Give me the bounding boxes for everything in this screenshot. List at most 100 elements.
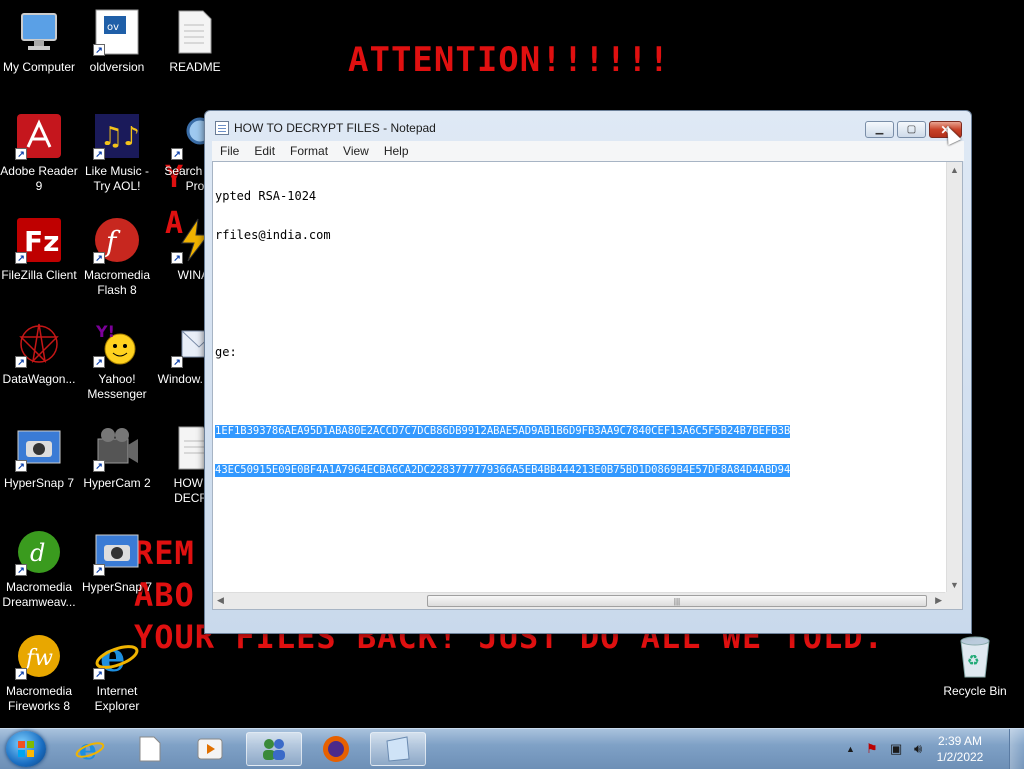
desktop-icon-label: Macromedia Dreamweav... (2, 580, 76, 609)
desktop-icon-hypersnap-2[interactable]: ↗ HyperSnap 7 (76, 528, 158, 595)
desktop-icon-label: My Computer (2, 60, 76, 74)
desktop-icon-hypercam[interactable]: ↗ HyperCam 2 (76, 424, 158, 491)
scroll-left-icon[interactable]: ◀ (217, 595, 224, 606)
svg-text:Y!: Y! (95, 322, 115, 341)
start-button[interactable] (6, 731, 46, 767)
vertical-scrollbar[interactable]: ▲ ▼ (946, 162, 962, 593)
scroll-down-icon[interactable]: ▼ (950, 580, 959, 590)
notepad-window[interactable]: HOW TO DECRYPT FILES - Notepad ▁ ▢ ✕ Fil… (204, 110, 972, 634)
desktop-icon-flash[interactable]: f ↗ Macromedia Flash 8 (76, 216, 158, 298)
selected-key-line: 43EC50915E09E0BF4A1A7964ECBA6CA2DC228377… (215, 464, 791, 477)
svg-text:d: d (30, 539, 45, 567)
maximize-icon: ▢ (906, 124, 917, 135)
desktop-icon-label: Adobe Reader 9 (0, 164, 78, 193)
desktop-icon-label: Internet Explorer (94, 684, 140, 713)
taskbar-notepad-document[interactable] (122, 732, 178, 766)
adobe-reader-icon: ↗ (15, 112, 63, 160)
users-network-icon (263, 739, 285, 760)
desktop-icon-yahoo-messenger[interactable]: Y! ↗ Yahoo! Messenger (76, 320, 158, 402)
recycle-bin-icon: ♻ (951, 632, 999, 680)
scroll-right-icon[interactable]: ▶ (935, 595, 942, 606)
system-clock[interactable]: 2:39 AM 1/2/2022 (930, 733, 990, 765)
desktop-icon-label: DataWagon... (2, 372, 76, 386)
clock-date: 1/2/2022 (936, 750, 984, 764)
text-line (215, 268, 945, 281)
menu-bar: File Edit Format View Help (212, 141, 964, 161)
menu-format[interactable]: Format (282, 144, 335, 158)
window-title: HOW TO DECRYPT FILES - Notepad (234, 121, 436, 135)
text-line: ge: (215, 345, 237, 359)
horizontal-scrollbar[interactable]: ◀ ||| ▶ (213, 592, 946, 609)
dreamweaver-icon: d ↗ (15, 528, 63, 576)
action-center-flag-icon[interactable]: ⚑ (866, 741, 878, 757)
menu-edit[interactable]: Edit (246, 144, 282, 158)
system-tray: ▲ ⚑ ▣ 🔊︎ 2:39 AM 1/2/2022 (840, 729, 1024, 769)
notepad-document-icon (139, 736, 161, 762)
menu-help[interactable]: Help (376, 144, 416, 158)
desktop-icon-like-music[interactable]: ♫♪ ↗ Like Music - Try AOL! (76, 112, 158, 194)
desktop-icon-label: Macromedia Flash 8 (83, 268, 151, 297)
film-camera-icon: ↗ (93, 424, 141, 472)
text-line (215, 385, 945, 398)
desktop-icon-recycle-bin[interactable]: ♻ Recycle Bin (934, 632, 1016, 699)
yahoo-messenger-icon: Y! ↗ (93, 320, 141, 368)
show-hidden-icons-chevron-icon[interactable]: ▲ (846, 744, 855, 754)
desktop-icon-dreamweaver[interactable]: d ↗ Macromedia Dreamweav... (0, 528, 80, 610)
taskbar-internet-explorer[interactable]: e (62, 732, 118, 766)
horizontal-scroll-thumb[interactable]: ||| (427, 595, 927, 607)
text-editor[interactable]: ypted RSA-1024 rfiles@india.com ge: 1EF1… (212, 161, 963, 610)
desktop-icon-label: Recycle Bin (943, 684, 1007, 698)
desktop-icon-readme[interactable]: README (154, 8, 236, 75)
firefox-icon (323, 736, 349, 762)
desktop-icon-label: HyperSnap 7 (81, 580, 153, 594)
internet-explorer-icon: e ↗ (93, 632, 141, 680)
desktop-icon-fireworks[interactable]: fw ↗ Macromedia Fireworks 8 (0, 632, 80, 714)
svg-text:fw: fw (24, 646, 53, 671)
desktop-icon-adobe-reader[interactable]: ↗ Adobe Reader 9 (0, 112, 80, 194)
desktop-icon-label: oldversion (89, 60, 145, 74)
desktop-icon-my-computer[interactable]: My Computer (0, 8, 80, 75)
document-text[interactable]: ypted RSA-1024 rfiles@india.com ge: 1EF1… (215, 164, 945, 502)
network-icon[interactable]: ▣ (890, 741, 902, 757)
taskbar-notepad[interactable] (370, 732, 426, 766)
music-notes-icon: ♫♪ ↗ (93, 112, 141, 160)
computer-icon (15, 8, 63, 56)
datawagon-icon: ↗ (15, 320, 63, 368)
clock-time: 2:39 AM (937, 734, 983, 748)
svg-text:ov: ov (107, 22, 119, 33)
volume-icon[interactable]: 🔊︎ (914, 741, 922, 757)
internet-explorer-icon: e (75, 734, 105, 764)
scrollbar-corner (945, 592, 962, 609)
taskbar-media-player[interactable] (182, 732, 238, 766)
desktop-icon-oldversion[interactable]: ov ↗ oldversion (76, 8, 158, 75)
desktop-icon-datawagon[interactable]: ↗ DataWagon... (0, 320, 80, 387)
maximize-button[interactable]: ▢ (897, 121, 926, 138)
svg-text:♻: ♻ (967, 653, 980, 669)
flash-icon: f ↗ (93, 216, 141, 264)
desktop-icon-label: README (169, 60, 221, 74)
fireworks-icon: fw ↗ (15, 632, 63, 680)
desktop-icon-label: Like Music - Try AOL! (84, 164, 149, 193)
wallpaper-attention-text: ATTENTION!!!!!! (348, 40, 671, 80)
text-line: rfiles@india.com (215, 228, 331, 242)
taskbar-users-network[interactable] (246, 732, 302, 766)
camera-icon: ↗ (15, 424, 63, 472)
desktop-icon-filezilla[interactable]: Fz ↗ FileZilla Client (0, 216, 80, 283)
text-line (215, 307, 945, 320)
taskbar: e ▲ ⚑ ▣ 🔊︎ 2:39 AM 1/2/2022 (0, 728, 1024, 769)
show-desktop-button[interactable] (1009, 729, 1024, 769)
scroll-up-icon[interactable]: ▲ (950, 165, 959, 175)
camera-icon: ↗ (93, 528, 141, 576)
svg-text:♫♪: ♫♪ (100, 122, 140, 152)
minimize-button[interactable]: ▁ (865, 121, 894, 138)
desktop-icon-internet-explorer[interactable]: e ↗ Internet Explorer (76, 632, 158, 714)
media-player-icon (197, 738, 223, 760)
menu-view[interactable]: View (335, 144, 376, 158)
desktop-icon-hypersnap[interactable]: ↗ HyperSnap 7 (0, 424, 80, 491)
notepad-icon (386, 736, 410, 762)
menu-file[interactable]: File (212, 144, 246, 158)
svg-text:Fz: Fz (24, 225, 59, 258)
window-titlebar[interactable]: HOW TO DECRYPT FILES - Notepad ▁ ▢ ✕ (205, 111, 971, 141)
taskbar-firefox[interactable] (308, 732, 364, 766)
desktop-icon-label: HyperCam 2 (83, 476, 151, 490)
